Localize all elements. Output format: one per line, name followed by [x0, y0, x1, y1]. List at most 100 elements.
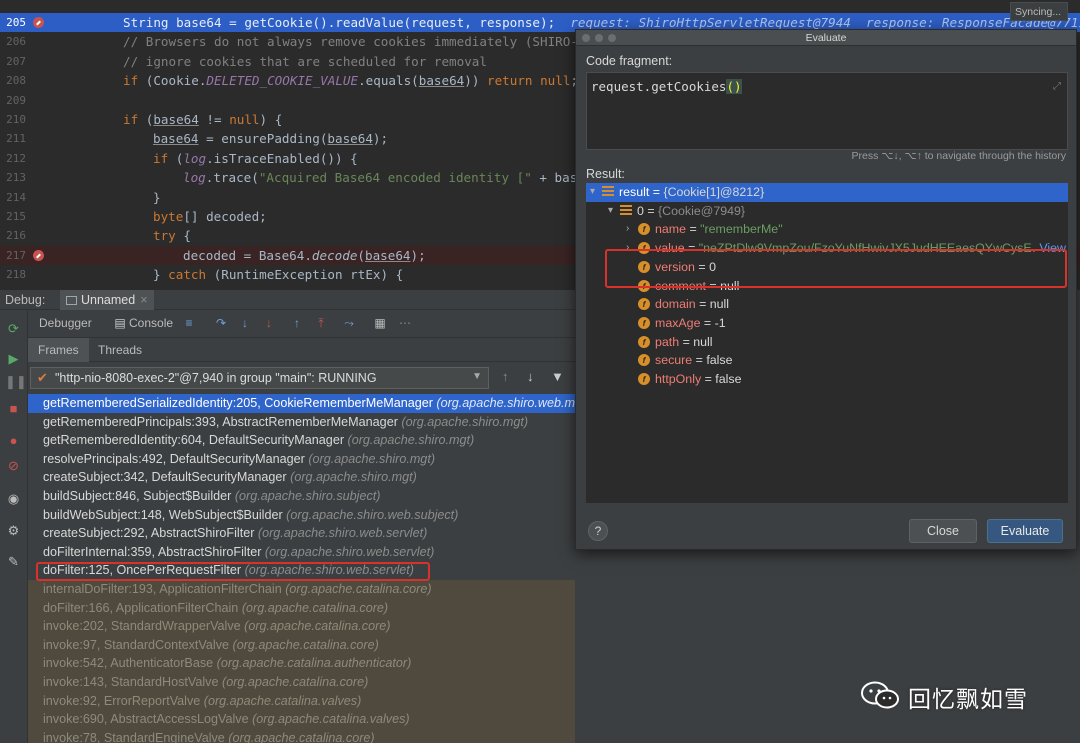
pause-icon[interactable]: ❚❚ — [5, 373, 27, 390]
drop-frame-icon[interactable]: ⤒ — [314, 316, 328, 330]
frame-method: doFilter:166, ApplicationFilterChain — [43, 600, 242, 615]
code-token: base64 — [327, 131, 373, 147]
line-gutter[interactable]: 206 — [0, 32, 58, 51]
frame-method: getRememberedSerializedIdentity:205, Coo… — [43, 396, 437, 410]
run-to-cursor-icon[interactable]: ⤳ — [342, 316, 356, 330]
window-close-icon[interactable] — [582, 34, 590, 42]
evaluate-button[interactable]: Evaluate — [987, 519, 1063, 543]
line-gutter[interactable]: 209 — [0, 91, 58, 110]
force-step-into-icon[interactable]: ↓ — [262, 316, 276, 330]
stack-frame[interactable]: invoke:143, StandardHostValve (org.apach… — [28, 673, 575, 692]
window-zoom-icon[interactable] — [608, 34, 616, 42]
line-gutter[interactable]: 205 — [0, 13, 58, 32]
stack-frame[interactable]: createSubject:342, DefaultSecurityManage… — [28, 468, 575, 487]
line-gutter[interactable]: 216 — [0, 226, 58, 245]
mute-breakpoints-icon[interactable]: ⊘ — [5, 457, 22, 474]
line-gutter[interactable]: 218 — [0, 265, 58, 284]
chevron-right-icon[interactable]: › — [626, 220, 629, 239]
code-token: log — [183, 150, 207, 166]
stack-frame[interactable]: invoke:92, ErrorReportValve (org.apache.… — [28, 691, 575, 711]
stack-frame[interactable]: getRememberedSerializedIdentity:205, Coo… — [28, 394, 575, 413]
tab-console[interactable]: Console — [129, 316, 173, 330]
breakpoint-icon[interactable] — [33, 249, 44, 261]
tree-node[interactable]: › f name = "rememberMe" — [586, 220, 1068, 239]
tree-node[interactable]: f domain = null — [586, 295, 1068, 314]
stack-frame[interactable]: invoke:97, StandardContextValve (org.apa… — [28, 635, 575, 655]
step-out-icon[interactable]: ↑ — [290, 316, 304, 330]
line-gutter[interactable]: 212 — [0, 149, 58, 168]
step-over-icon[interactable]: ↷ — [214, 316, 228, 330]
close-tab-icon[interactable]: × — [140, 293, 147, 307]
debug-session-tab[interactable]: Unnamed × — [60, 290, 154, 310]
stack-frame[interactable]: buildSubject:846, Subject$Builder (org.a… — [28, 487, 575, 506]
stack-frame[interactable]: doFilter:166, ApplicationFilterChain (or… — [28, 598, 575, 618]
trace-icon[interactable]: ⋯ — [398, 316, 412, 330]
stack-frame[interactable]: invoke:542, AuthenticatorBase (org.apach… — [28, 654, 575, 673]
rerun-icon[interactable]: ⟳ — [5, 320, 22, 337]
watermark: 回忆飘如雪 — [860, 676, 1060, 716]
step-into-icon[interactable]: ↓ — [238, 316, 252, 330]
stack-frame[interactable]: invoke:78, StandardEngineValve (org.apac… — [28, 728, 575, 743]
stack-frame[interactable]: createSubject:292, AbstractShiroFilter (… — [28, 524, 575, 543]
line-number: 210 — [6, 113, 26, 126]
menu-icon[interactable]: ≡ — [182, 316, 196, 330]
thread-check-icon: ✔ — [37, 370, 48, 385]
frame-package: (org.apache.shiro.mgt) — [347, 433, 475, 448]
close-button[interactable]: Close — [909, 519, 977, 543]
breakpoint-icon[interactable] — [33, 17, 44, 28]
stack-frame[interactable]: invoke:202, StandardWrapperValve (org.ap… — [28, 617, 575, 636]
filter-icon[interactable]: ▼ — [551, 369, 564, 384]
line-gutter[interactable]: 217 — [0, 246, 58, 265]
stack-frame[interactable]: getRememberedIdentity:604, DefaultSecuri… — [28, 431, 575, 450]
line-gutter[interactable]: 208 — [0, 71, 58, 90]
camera-icon[interactable]: ◉ — [5, 490, 22, 507]
stop-icon[interactable]: ■ — [5, 400, 22, 417]
line-gutter[interactable]: 213 — [0, 168, 58, 187]
tab-threads[interactable]: Threads — [98, 343, 142, 357]
tree-node[interactable]: f httpOnly = false — [586, 370, 1068, 389]
line-gutter[interactable]: 214 — [0, 188, 58, 207]
view-breakpoints-icon[interactable]: ● — [5, 432, 22, 449]
line-gutter[interactable]: 211 — [0, 129, 58, 148]
settings-gear-icon[interactable]: ⚙ — [5, 522, 22, 539]
session-tab-label: Unnamed — [81, 293, 136, 307]
evaluate-expression-icon[interactable]: ▦ — [373, 316, 387, 330]
stack-frame[interactable]: invoke:690, AbstractAccessLogValve (org.… — [28, 710, 575, 729]
evaluate-dialog: Evaluate Code fragment: request.getCooki… — [575, 29, 1077, 550]
code-fragment-input[interactable]: request.getCookies() ⤢ — [586, 72, 1068, 150]
code-token: // Browsers do not always remove cookies… — [123, 34, 609, 50]
line-gutter[interactable]: 215 — [0, 207, 58, 226]
code-token: .equals( — [358, 73, 419, 89]
expand-icon[interactable]: ⤢ — [1053, 81, 1061, 92]
line-gutter[interactable]: 207 — [0, 52, 58, 71]
tab-frames[interactable]: Frames — [28, 338, 89, 362]
code-text: base64 = ensurePadding(base64); — [153, 129, 388, 148]
stack-frame[interactable]: getRememberedPrincipals:393, AbstractRem… — [28, 413, 575, 432]
tree-node[interactable]: ▾ 0 = {Cookie@7949} — [586, 202, 1068, 221]
stack-frame[interactable]: buildWebSubject:148, WebSubject$Builder … — [28, 506, 575, 525]
arrow-down-icon[interactable]: ↓ — [527, 369, 534, 384]
tree-node[interactable]: f path = null — [586, 333, 1068, 352]
help-button[interactable]: ? — [588, 521, 608, 541]
stack-frame[interactable]: doFilterInternal:359, AbstractShiroFilte… — [28, 543, 575, 562]
pin-icon[interactable]: ✎ — [5, 553, 22, 570]
line-gutter[interactable]: 210 — [0, 110, 58, 129]
stack-frame[interactable]: resolvePrincipals:492, DefaultSecurityMa… — [28, 450, 575, 469]
result-highlight-box — [605, 249, 1067, 288]
arrow-up-icon[interactable]: ↑ — [502, 369, 509, 384]
node-text: path = null — [655, 333, 713, 352]
tree-node[interactable]: f maxAge = -1 — [586, 314, 1068, 333]
code-token: ); — [372, 131, 389, 147]
frame-package: (org.apache.shiro.subject) — [234, 489, 381, 503]
tree-node[interactable]: ▾ result = {Cookie[1]@8212} — [586, 183, 1068, 202]
code-fragment-label: Code fragment: — [586, 54, 673, 68]
fragment-code: request.getCookies — [591, 79, 727, 94]
tab-debugger[interactable]: Debugger — [39, 316, 92, 330]
stack-frame[interactable]: internalDoFilter:193, ApplicationFilterC… — [28, 580, 575, 599]
chevron-down-icon[interactable]: ▾ — [590, 183, 595, 202]
thread-selector[interactable]: ✔ "http-nio-8080-exec-2"@7,940 in group … — [30, 367, 489, 389]
tree-node[interactable]: f secure = false — [586, 351, 1068, 370]
resume-icon[interactable]: ▶ — [5, 350, 22, 367]
chevron-down-icon[interactable]: ▾ — [608, 202, 613, 221]
window-minimize-icon[interactable] — [595, 34, 603, 42]
